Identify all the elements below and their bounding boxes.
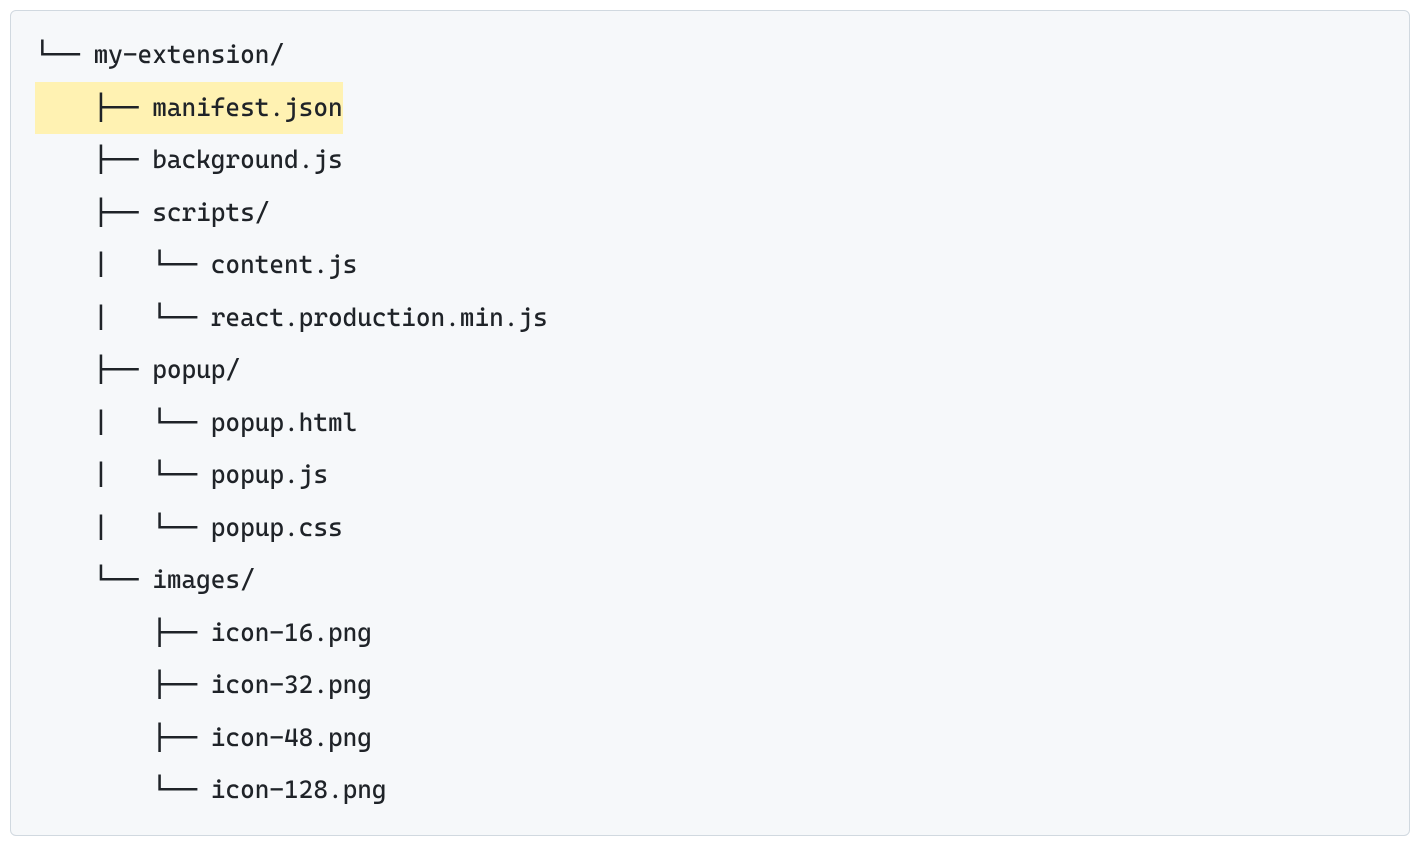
tree-line: └── images/ [35,554,1385,607]
tree-prefix: └── [35,565,152,594]
tree-line: ├── scripts/ [35,187,1385,240]
tree-line: ├── popup/ [35,344,1385,397]
tree-line: ├── manifest.json [35,82,1385,135]
tree-entry-name: my-extension/ [94,40,284,69]
tree-entry-name: background.js [152,145,342,174]
tree-entry-name: icon-128.png [211,775,387,804]
tree-entry-name: popup.html [211,408,357,437]
tree-entry-name: popup.css [211,513,343,542]
tree-line: | └── react.production.min.js [35,292,1385,345]
tree-line: ├── icon-48.png [35,712,1385,765]
tree-prefix: ├── [35,618,211,647]
tree-prefix: | └── [35,460,211,489]
tree-entry-name: react.production.min.js [211,303,548,332]
tree-line: | └── popup.js [35,449,1385,502]
tree-line: | └── popup.css [35,502,1385,555]
tree-prefix: ├── [35,723,211,752]
tree-prefix: | └── [35,408,211,437]
tree-line: ├── icon-32.png [35,659,1385,712]
tree-prefix: ├── [35,355,152,384]
tree-entry-name: manifest.json [152,93,342,122]
tree-prefix: ├── [35,670,211,699]
tree-prefix: | └── [35,303,211,332]
tree-entry-name: icon-16.png [211,618,372,647]
tree-entry-name: icon-48.png [211,723,372,752]
tree-entry-name: popup/ [152,355,240,384]
tree-entry-name: popup.js [211,460,328,489]
tree-line: └── my-extension/ [35,29,1385,82]
tree-prefix: ├── [35,145,152,174]
tree-entry-name: scripts/ [152,198,269,227]
tree-prefix: | └── [35,250,211,279]
tree-prefix: ├── [35,198,152,227]
tree-line: ├── icon-16.png [35,607,1385,660]
tree-line: └── icon-128.png [35,764,1385,817]
highlighted-entry: ├── manifest.json [35,82,343,135]
tree-line: | └── content.js [35,239,1385,292]
tree-line: | └── popup.html [35,397,1385,450]
tree-prefix: └── [35,40,94,69]
tree-line: ├── background.js [35,134,1385,187]
tree-prefix: ├── [35,93,152,122]
tree-entry-name: images/ [152,565,255,594]
tree-prefix: | └── [35,513,211,542]
tree-entry-name: icon-32.png [211,670,372,699]
file-tree-block: └── my-extension/ ├── manifest.json ├── … [10,10,1410,836]
tree-prefix: └── [35,775,211,804]
tree-entry-name: content.js [211,250,357,279]
